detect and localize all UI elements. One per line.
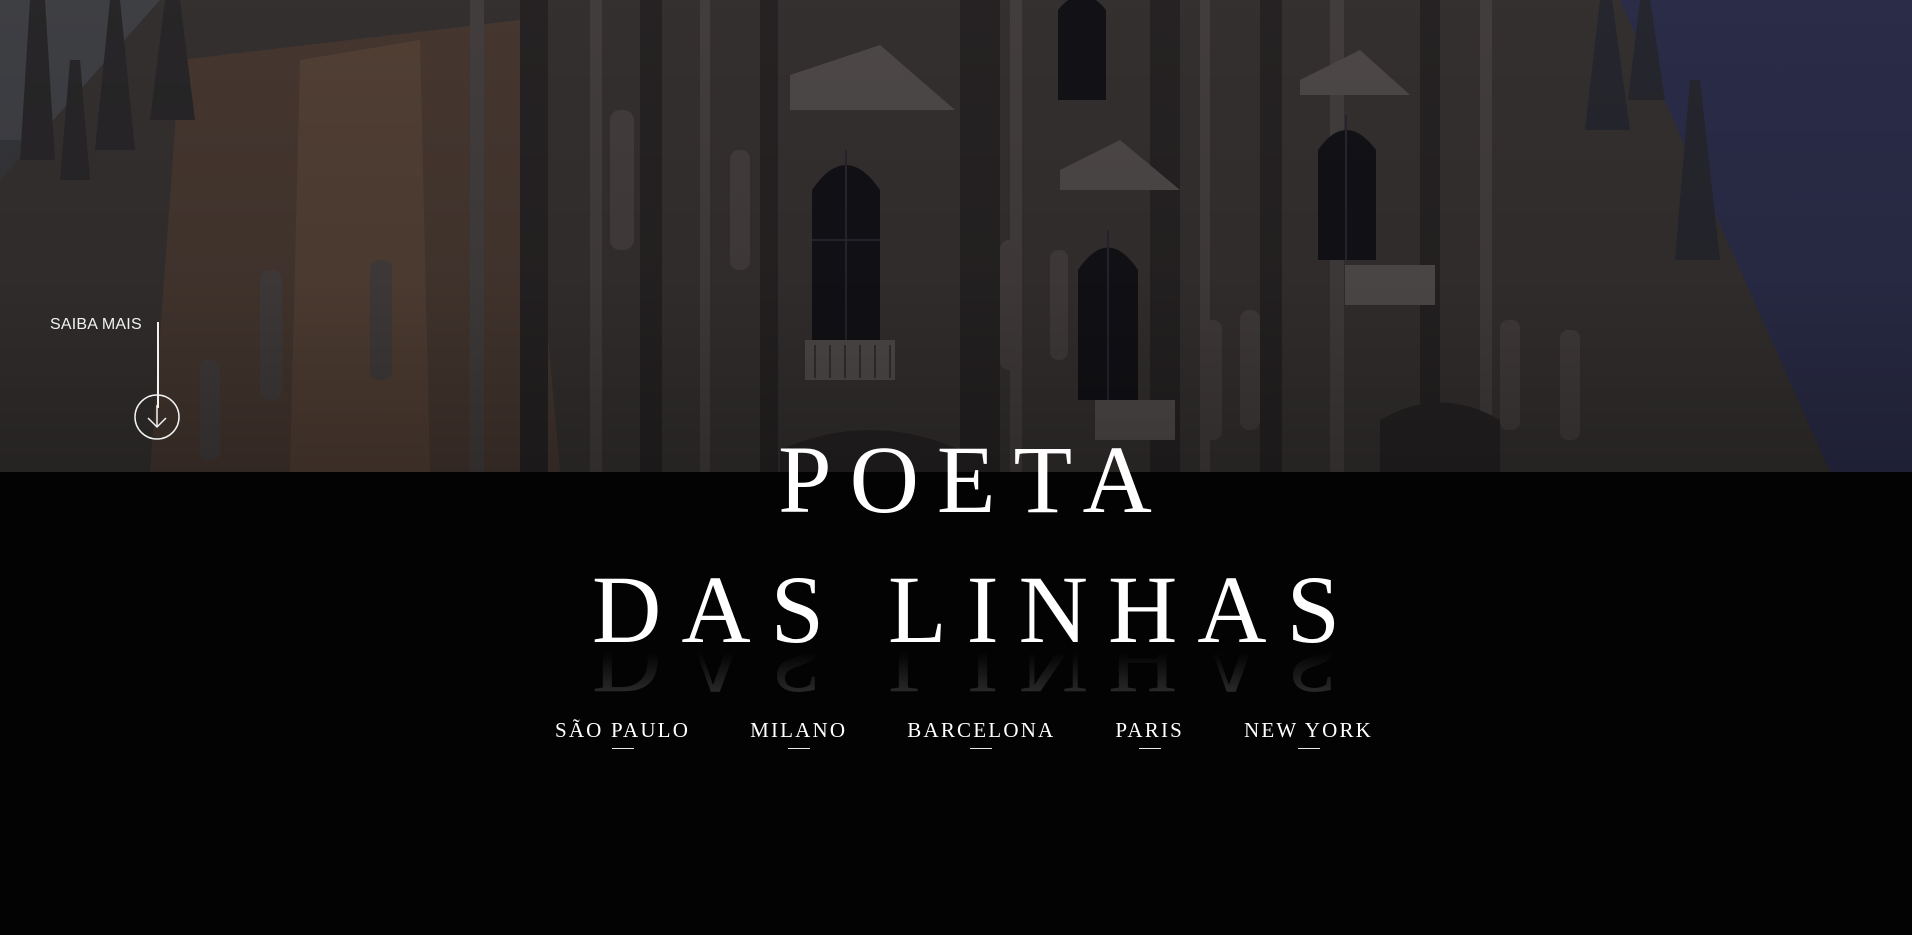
landing-page: SAIBA MAIS POETA DAS LINHAS DAS LINHAS S… bbox=[0, 0, 1912, 935]
city-underline bbox=[970, 747, 993, 749]
city-link-new-york[interactable]: NEW YORK bbox=[1244, 718, 1373, 751]
city-label: BARCELONA bbox=[907, 718, 1056, 742]
saiba-mais-label: SAIBA MAIS bbox=[50, 316, 142, 333]
city-label: MILANO bbox=[750, 718, 848, 742]
hero-image bbox=[0, 0, 1912, 472]
title-line-1: POETA bbox=[778, 426, 1170, 533]
city-label: SÃO PAULO bbox=[554, 718, 691, 742]
saiba-mais-link[interactable]: SAIBA MAIS bbox=[50, 316, 190, 446]
city-link-milano[interactable]: MILANO bbox=[750, 718, 847, 751]
city-underline bbox=[611, 747, 634, 749]
city-link-barcelona[interactable]: BARCELONA bbox=[907, 718, 1055, 751]
city-link-sao-paulo[interactable]: SÃO PAULO bbox=[555, 718, 690, 751]
city-link-paris[interactable]: PARIS bbox=[1115, 718, 1184, 751]
city-underline bbox=[1138, 747, 1161, 749]
city-label: PARIS bbox=[1115, 718, 1185, 742]
cities-nav: SÃO PAULO MILANO BARCELONA PARIS NEW YOR… bbox=[0, 718, 1912, 751]
city-underline bbox=[1297, 747, 1320, 749]
city-underline bbox=[787, 747, 810, 749]
arrow-down-circle-icon[interactable] bbox=[134, 394, 180, 440]
city-label: NEW YORK bbox=[1244, 718, 1374, 742]
title-line-2: DAS LINHAS bbox=[591, 556, 1361, 663]
